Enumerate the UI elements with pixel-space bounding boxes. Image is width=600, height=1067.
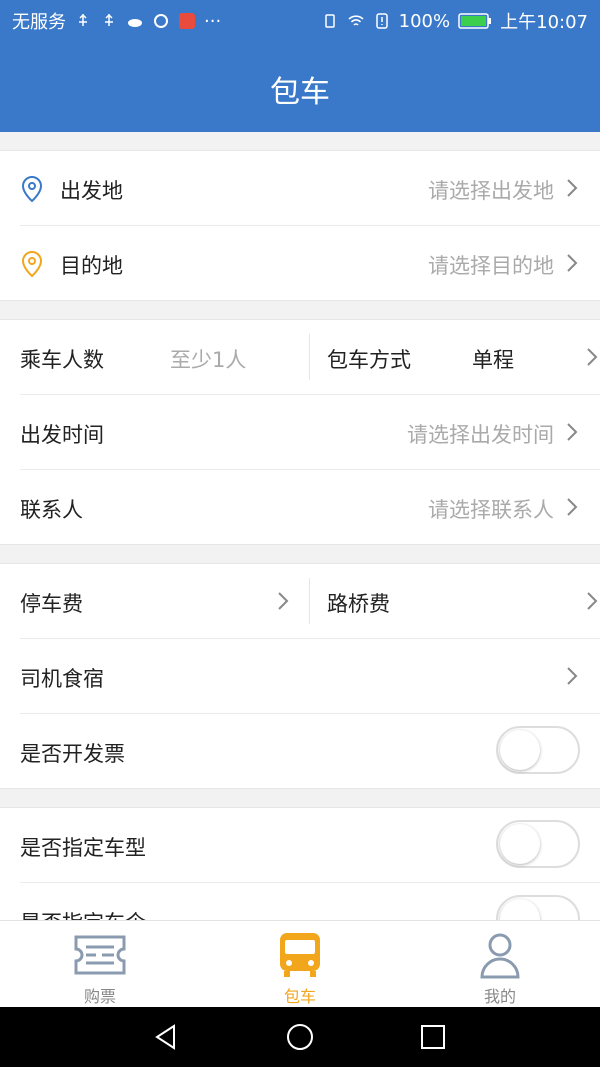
origin-placeholder: 请选择出发地 <box>428 179 554 203</box>
clock-text: 上午10:07 <box>500 12 588 33</box>
cloud-icon <box>128 19 142 27</box>
parking-fee-label: 停车费 <box>20 592 83 616</box>
chevron-right-icon <box>567 498 578 516</box>
chevron-right-icon <box>567 254 578 272</box>
toll-fee-label: 路桥费 <box>327 592 390 616</box>
parking-toll-row: 停车费 路桥费 <box>20 564 600 639</box>
driver-meals-row[interactable]: 司机食宿 <box>20 639 600 714</box>
origin-label: 出发地 <box>60 179 123 203</box>
contact-label: 联系人 <box>20 498 83 522</box>
usb-icon <box>79 13 87 26</box>
contact-row[interactable]: 联系人 请选择联系人 <box>20 470 600 544</box>
recents-icon[interactable] <box>420 1024 446 1050</box>
toll-fee-field[interactable]: 路桥费 <box>310 564 600 638</box>
home-icon[interactable] <box>285 1022 315 1052</box>
bottom-tab-bar: 购票 包车 我的 <box>0 920 600 1008</box>
wifi-icon <box>348 15 364 26</box>
specify-type-label: 是否指定车型 <box>20 836 146 860</box>
driver-meals-label: 司机食宿 <box>20 667 104 691</box>
route-section: 出发地 请选择出发地 目的地 请选择目的地 <box>0 150 600 301</box>
mode-value: 单程 <box>472 348 514 372</box>
specify-type-toggle[interactable] <box>496 820 580 868</box>
chevron-right-icon <box>567 423 578 441</box>
form-content[interactable]: 出发地 请选择出发地 目的地 请选择目的地 乘车人数 至少1人 包车方式 单程 <box>0 132 600 920</box>
passengers-mode-row: 乘车人数 至少1人 包车方式 单程 <box>20 320 600 395</box>
title-bar: 包车 <box>0 40 600 132</box>
location-pin-orange-icon <box>21 250 43 278</box>
mode-field[interactable]: 包车方式 单程 <box>310 320 600 394</box>
alert-icon <box>375 13 388 29</box>
specify-type-row: 是否指定车型 <box>20 808 600 883</box>
passengers-label: 乘车人数 <box>20 348 104 372</box>
invoice-label: 是否开发票 <box>20 742 125 766</box>
chevron-right-icon <box>587 592 598 610</box>
chevron-right-icon <box>567 667 578 685</box>
battery-percent: 100% <box>398 10 451 32</box>
destination-placeholder: 请选择目的地 <box>428 254 554 278</box>
tab-buy-ticket[interactable]: 购票 <box>0 921 200 1008</box>
chevron-right-icon <box>587 348 598 366</box>
person-icon <box>480 933 520 979</box>
back-icon[interactable] <box>152 1023 180 1051</box>
battery-icon <box>458 13 492 29</box>
departure-time-placeholder: 请选择出发时间 <box>407 423 554 447</box>
mode-label: 包车方式 <box>327 348 411 372</box>
specify-company-label: 是否指定车企 <box>20 907 146 920</box>
system-nav-bar <box>0 1007 600 1067</box>
destination-label: 目的地 <box>60 254 123 278</box>
departure-time-label: 出发时间 <box>20 423 104 447</box>
usb-icon <box>105 13 113 26</box>
parking-fee-field[interactable]: 停车费 <box>20 564 309 638</box>
toggle-knob <box>500 899 540 920</box>
tab-mine[interactable]: 我的 <box>400 921 600 1008</box>
carrier-text: 无服务 <box>12 12 66 33</box>
vehicle-section: 是否指定车型 是否指定车企 <box>0 807 600 920</box>
bus-icon <box>280 933 320 977</box>
destination-row[interactable]: 目的地 请选择目的地 <box>20 226 600 300</box>
invoice-toggle[interactable] <box>496 726 580 774</box>
weibo-icon <box>179 13 195 29</box>
tab-label: 我的 <box>483 987 516 1006</box>
q-app-icon <box>154 14 168 28</box>
specify-company-toggle[interactable] <box>496 895 580 920</box>
chevron-right-icon <box>567 179 578 197</box>
invoice-row: 是否开发票 <box>20 714 600 788</box>
chevron-right-icon <box>278 592 289 610</box>
page-title: 包车 <box>270 75 330 110</box>
ticket-icon <box>74 935 126 975</box>
origin-row[interactable]: 出发地 请选择出发地 <box>20 151 600 226</box>
departure-time-row[interactable]: 出发时间 请选择出发时间 <box>20 395 600 470</box>
location-pin-blue-icon <box>21 175 43 203</box>
tab-label: 购票 <box>83 987 116 1006</box>
tab-label: 包车 <box>283 987 316 1006</box>
vibrate-icon <box>324 14 335 28</box>
specify-company-row: 是否指定车企 <box>20 883 600 920</box>
toggle-knob <box>500 730 540 770</box>
tab-charter[interactable]: 包车 <box>200 921 400 1008</box>
passengers-field[interactable]: 乘车人数 至少1人 <box>20 320 309 394</box>
toggle-knob <box>500 824 540 864</box>
trip-section: 乘车人数 至少1人 包车方式 单程 出发时间 请选择出发时间 联系人 请选择联系… <box>0 319 600 545</box>
contact-placeholder: 请选择联系人 <box>428 498 554 522</box>
fees-section: 停车费 路桥费 司机食宿 是否开发票 <box>0 563 600 789</box>
more-notifications: ··· <box>204 10 222 32</box>
passengers-placeholder: 至少1人 <box>170 348 247 372</box>
status-bar: 无服务 ··· 100% 上午10:07 <box>0 0 600 40</box>
